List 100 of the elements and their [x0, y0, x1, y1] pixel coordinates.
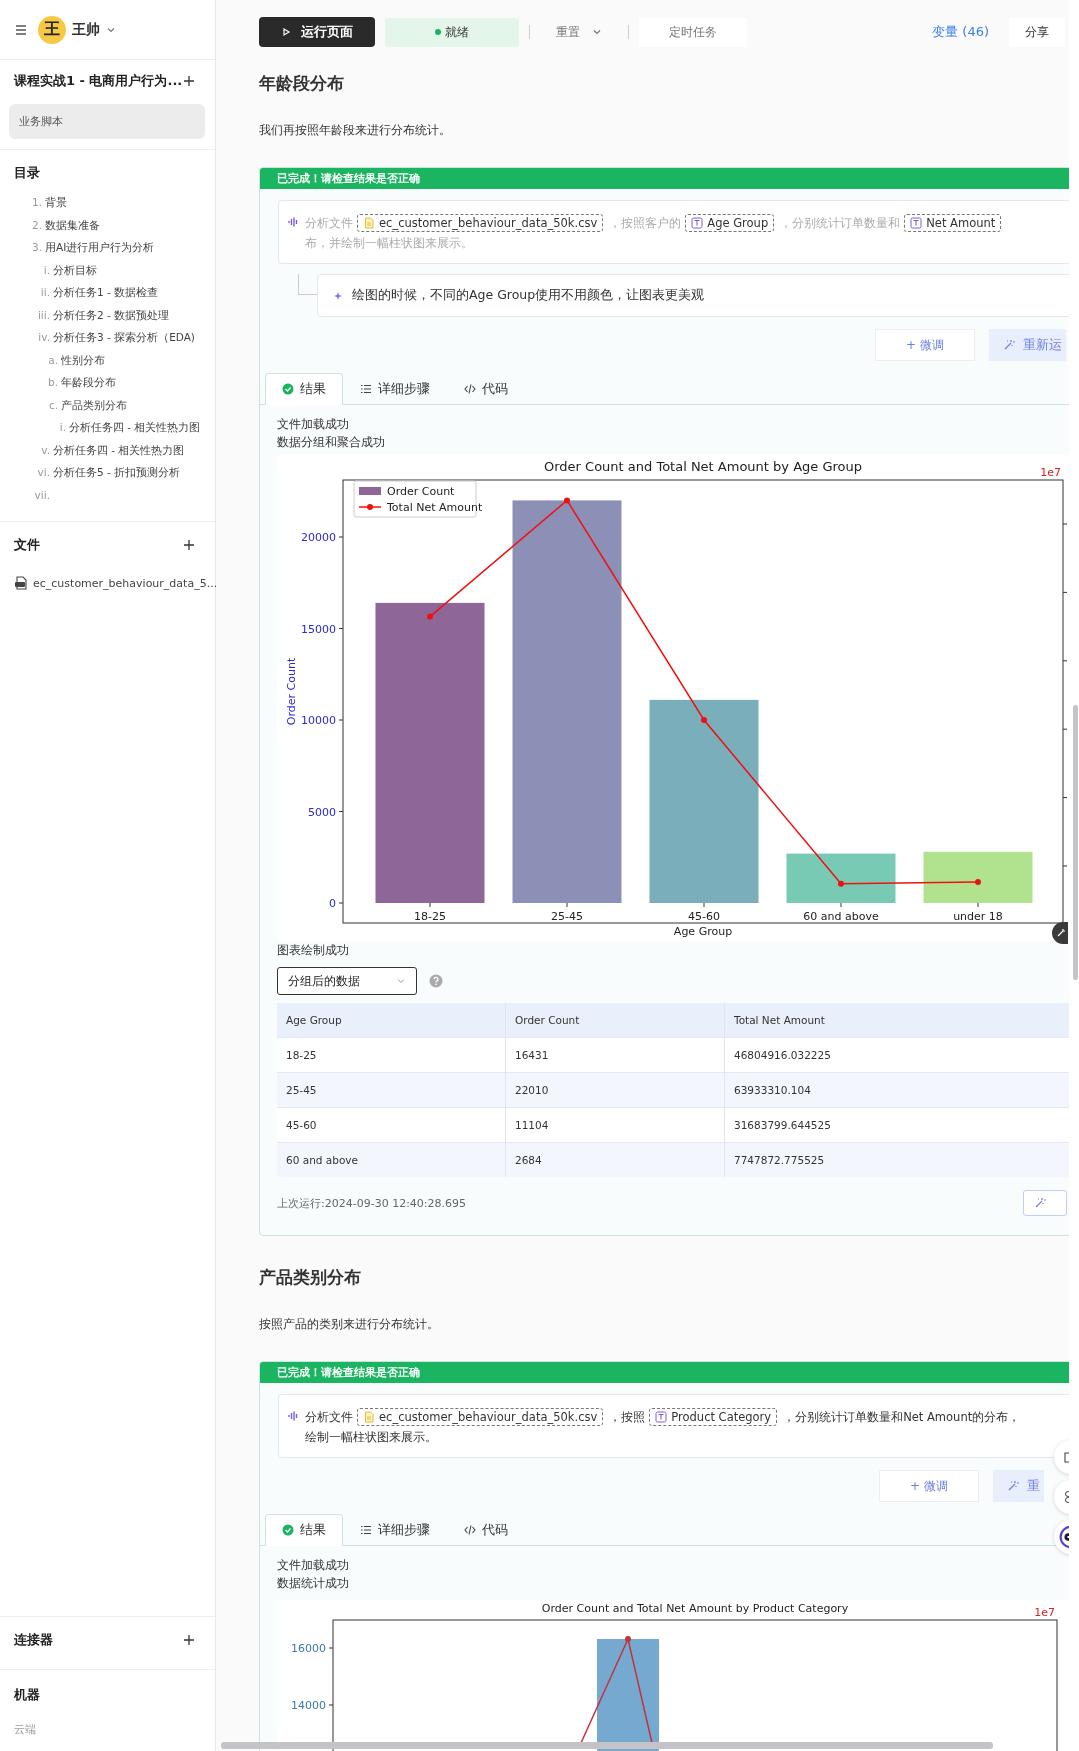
- toc-item[interactable]: 分析任务1 - 数据检查: [53, 286, 159, 300]
- schedule-button[interactable]: 定时任务: [639, 17, 747, 47]
- toc-marker: 2.: [30, 218, 42, 231]
- y-tick-label: 5000: [308, 805, 336, 819]
- share-button[interactable]: 分享: [1009, 17, 1065, 47]
- toc-item[interactable]: 分析目标: [53, 263, 97, 278]
- table-cell: 7747872.775525: [724, 1142, 1069, 1177]
- toc-marker: i.: [42, 263, 50, 276]
- toc-marker: vii.: [33, 488, 50, 501]
- prompt-text: 分析文件: [305, 215, 354, 231]
- section-heading: 年龄段分布: [259, 72, 345, 95]
- last-run-time: 上次运行:2024-09-30 12:40:28.695: [277, 1195, 467, 1211]
- column-header: Total Net Amount: [724, 1003, 1069, 1038]
- toc-title: 目录: [14, 164, 41, 182]
- toc-item[interactable]: 分析任务5 - 折扣预测分析: [53, 466, 181, 480]
- variables-link[interactable]: 变量 (46): [932, 23, 989, 41]
- x-tick-label: 18-25: [414, 910, 446, 923]
- prompt-text: ，按照: [609, 1409, 647, 1425]
- toc-marker: 1.: [30, 196, 42, 208]
- table-cell: 60 and above: [277, 1142, 506, 1177]
- user-name[interactable]: 王帅: [72, 20, 100, 39]
- completion-banner: 已完成！请检查结果是否正确: [260, 1362, 1069, 1383]
- section-heading: 产品类别分布: [259, 1266, 362, 1289]
- result-tab[interactable]: 结果: [265, 373, 343, 405]
- toc-item[interactable]: 分析任务四 - 相关性热力图: [53, 443, 185, 458]
- output-line: 数据统计成功: [277, 1575, 350, 1592]
- toc-marker: i.: [58, 421, 66, 433]
- column-token[interactable]: Net Amount: [904, 214, 1002, 232]
- tune-button[interactable]: + 微调: [875, 329, 975, 361]
- x-axis-label: Age Group: [673, 925, 733, 938]
- y-tick-label: 10000: [301, 714, 336, 727]
- table-cell: 63933310.104: [724, 1072, 1069, 1108]
- result-tab[interactable]: 代码: [447, 373, 525, 404]
- section-description: 按照产品的类别来进行分布统计。: [259, 1316, 440, 1333]
- prompt-text: 绘制一幅柱状图来展示。: [305, 1429, 438, 1445]
- section-description: 我们再按照年龄段来进行分布统计。: [259, 122, 452, 139]
- run-page-button[interactable]: 运行页面: [259, 17, 375, 47]
- output-line: 数据分组和聚合成功: [277, 434, 386, 451]
- table-cell: 31683799.644525: [724, 1107, 1069, 1143]
- result-tab[interactable]: 结果: [265, 1514, 343, 1546]
- toc-marker: a.: [47, 353, 58, 366]
- x-tick-label: under 18: [953, 910, 1003, 923]
- status-indicator: 就绪: [385, 17, 519, 47]
- table-cell: 11104: [505, 1107, 725, 1143]
- legend-label: Order Count: [387, 485, 455, 498]
- file-token[interactable]: ec_customer_behaviour_data_50k.csv: [357, 1408, 604, 1426]
- prompt-text: 分析文件: [305, 1409, 354, 1425]
- files-title: 文件: [14, 536, 40, 554]
- output-line: 文件加载成功: [277, 416, 350, 433]
- chart-title: Order Count and Total Net Amount by Age Group: [544, 459, 862, 474]
- table-cell: 45-60: [277, 1107, 506, 1143]
- file-token[interactable]: ec_customer_behaviour_data_50k.csv: [357, 214, 604, 232]
- machine-title: 机器: [14, 1686, 41, 1704]
- toc-marker: c.: [47, 398, 58, 411]
- column-token[interactable]: Age Group: [685, 214, 775, 232]
- followup-prompt[interactable]: 绘图的时候，不同的Age Group使用不用颜色，让图表更美观: [317, 274, 1069, 317]
- toc-item[interactable]: 数据集准备: [45, 218, 100, 233]
- y-tick-label: 0: [329, 897, 336, 910]
- result-tab[interactable]: 详细步骤: [343, 1514, 447, 1545]
- toc-item[interactable]: 分析任务3 - 探索分析（EDA): [53, 331, 195, 345]
- table-cell: 25-45: [277, 1072, 506, 1108]
- table-cell: 18-25: [277, 1037, 506, 1073]
- script-item[interactable]: 业务脚本: [9, 104, 205, 139]
- toc-marker: v.: [40, 443, 50, 456]
- x-tick-label: 60 and above: [803, 910, 879, 923]
- prompt-box[interactable]: 分析文件 ec_customer_behaviour_data_50k.csv ，按照客户的 Age Group ，分别统计订单数量和 Net Amount 布，并绘制一幅柱状图来展示。: [278, 200, 1069, 264]
- toc-marker: iv.: [37, 331, 50, 343]
- completion-banner: 已完成！请检查结果是否正确: [260, 168, 1069, 189]
- result-tab[interactable]: 代码: [447, 1514, 525, 1545]
- prompt-text: ，分别统计订单数量和: [780, 215, 902, 231]
- prompt-box[interactable]: 分析文件 ec_customer_behaviour_data_50k.csv ，按照 Product Category ，分别统计订单数量和Net Amount的分布， 绘制一幅柱状图来展示。: [278, 1394, 1069, 1458]
- toc-marker: vi.: [36, 466, 50, 478]
- file-item[interactable]: ec_customer_behaviour_data_5...: [33, 576, 218, 590]
- toc-item[interactable]: 分析任务2 - 数据预处理: [53, 308, 170, 323]
- y-tick-label: 20000: [301, 531, 336, 544]
- toc-marker: ii.: [39, 286, 50, 298]
- toc-item[interactable]: 产品类别分布: [61, 398, 127, 413]
- prompt-text: 布，并绘制一幅柱状图来展示。: [305, 235, 474, 251]
- prompt-text: ，分别统计订单数量和Net Amount的分布，: [783, 1409, 1022, 1425]
- tune-button[interactable]: + 微调: [879, 1470, 979, 1502]
- table-cell: 2684: [505, 1142, 725, 1177]
- column-token[interactable]: Product Category: [649, 1408, 778, 1426]
- table-cell: 46804916.032225: [724, 1037, 1069, 1073]
- toc-item[interactable]: 分析任务四 - 相关性热力图: [69, 421, 201, 435]
- result-tab[interactable]: 详细步骤: [343, 373, 447, 404]
- table-select[interactable]: 分组后的数据: [277, 967, 417, 995]
- axis-scale-label: 1e7: [1040, 466, 1061, 479]
- project-title[interactable]: 课程实战1 - 电商用户行为...: [14, 72, 183, 90]
- y-tick-label: 15000: [301, 622, 336, 636]
- column-header: Order Count: [505, 1003, 725, 1038]
- x-tick-label: 45-60: [688, 910, 720, 923]
- toc-item[interactable]: 用AI进行用户行为分析: [45, 241, 155, 255]
- user-avatar[interactable]: 王: [38, 15, 66, 44]
- y-axis-label: Order Count: [285, 657, 298, 726]
- toc-marker: 3.: [30, 241, 42, 253]
- toc-item[interactable]: 性别分布: [61, 353, 105, 368]
- toc-item[interactable]: 年龄段分布: [61, 376, 116, 390]
- column-header: Age Group: [277, 1003, 506, 1038]
- toc-item[interactable]: 背景: [45, 196, 67, 210]
- toc-marker: b.: [47, 376, 58, 388]
